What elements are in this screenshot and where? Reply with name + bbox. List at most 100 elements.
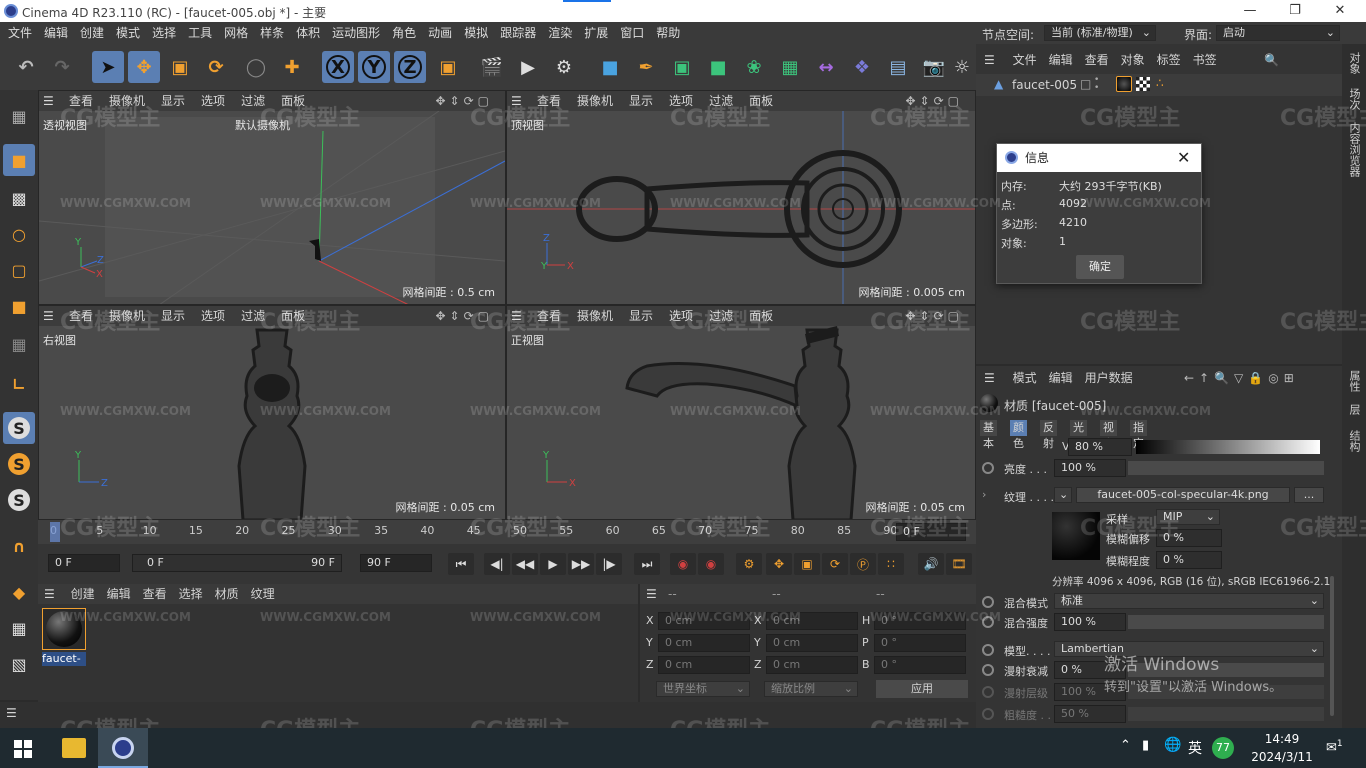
attr-tab[interactable]: 反射	[1040, 420, 1057, 450]
array-icon[interactable]: ▦	[774, 51, 806, 83]
taskbar-c4d-button[interactable]	[98, 728, 148, 768]
menu-item[interactable]: 工具	[182, 22, 218, 44]
menu-item[interactable]: 文件	[2, 22, 38, 44]
menu-item[interactable]: 模式	[110, 22, 146, 44]
viewport-menu-filter[interactable]: 过滤	[233, 94, 273, 108]
sampling-dropdown[interactable]: MIP ⌄	[1156, 509, 1220, 525]
object-row[interactable]: ▲ faucet-005 □ • • ∴	[976, 74, 1342, 96]
floor-icon[interactable]: ▤	[882, 51, 914, 83]
coord-field[interactable]: 0 cm	[658, 634, 750, 652]
viewport-menu-camera[interactable]: 摄像机	[569, 94, 621, 108]
layout-dropdown[interactable]: 启动 ⌄	[1216, 25, 1340, 41]
key-param-icon[interactable]: Ⓟ	[850, 553, 876, 575]
menu-item[interactable]: 体积	[290, 22, 326, 44]
recent-tool-icon[interactable]: ◯	[240, 51, 272, 83]
material-tag-icon[interactable]	[1116, 76, 1132, 92]
side-tab-layers[interactable]: 层	[1346, 404, 1362, 415]
viewport-menu-options[interactable]: 选项	[661, 94, 701, 108]
film-icon[interactable]: 🎞	[946, 553, 972, 575]
object-edit-icon[interactable]: □	[1080, 77, 1091, 91]
coord-field[interactable]: 0 °	[874, 634, 966, 652]
menu-item[interactable]: 角色	[386, 22, 422, 44]
coord-field[interactable]: 0 °	[874, 612, 966, 630]
tray-chevron-icon[interactable]: ⌃	[1120, 738, 1131, 753]
coord-field[interactable]: 0 cm	[766, 634, 858, 652]
coord-field[interactable]: 0 °	[874, 656, 966, 674]
side-tab-takes[interactable]: 场次	[1346, 88, 1362, 110]
side-tab-content-browser[interactable]: 内容浏览器	[1346, 122, 1362, 177]
coord-field[interactable]: 0 cm	[658, 612, 750, 630]
autokey-icon[interactable]: ◉	[698, 553, 724, 575]
viewport-menu-view[interactable]: 查看	[529, 94, 569, 108]
redo-icon[interactable]: ↷	[46, 51, 78, 83]
coord-scale-dropdown[interactable]: 缩放比例 ⌄	[764, 681, 858, 697]
key-scale-icon[interactable]: ▣	[794, 553, 820, 575]
render-picture-viewer-icon[interactable]: ▶	[512, 51, 544, 83]
menu-item[interactable]: 编辑	[38, 22, 74, 44]
coordinate-system-icon[interactable]: ▣	[432, 51, 464, 83]
render-view-icon[interactable]: 🎬	[476, 51, 508, 83]
side-tab-attributes[interactable]: 属性	[1346, 370, 1362, 392]
attr-menu-item[interactable]: 编辑	[1043, 371, 1079, 385]
grid-icon[interactable]: ▧	[3, 648, 35, 680]
camera-icon[interactable]: 📷	[918, 51, 950, 83]
viewport-menu-view[interactable]: 查看	[61, 94, 101, 108]
ok-button[interactable]: 确定	[1076, 255, 1124, 279]
rotate-icon[interactable]: ⟳	[200, 51, 232, 83]
snap-mode-icon[interactable]: S	[3, 484, 35, 516]
y-axis-icon[interactable]: Y	[358, 51, 390, 83]
attr-hamburger-icon[interactable]: ☰	[976, 371, 1003, 385]
move-icon[interactable]: ✥	[128, 51, 160, 83]
scale-icon[interactable]: ▣	[164, 51, 196, 83]
file-explorer-icon[interactable]	[62, 738, 86, 758]
model-mode-icon[interactable]: ■	[3, 144, 35, 176]
viewport-menu-options[interactable]: 选项	[661, 309, 701, 323]
texture-mode-icon[interactable]: ▩	[3, 182, 35, 214]
phong-tag-icon[interactable]: ∴	[1156, 76, 1164, 90]
play-icon[interactable]: ▶	[540, 553, 566, 575]
viewport-nav-icons[interactable]: ✥⇕⟳▢	[427, 306, 501, 326]
x-axis-icon[interactable]: X	[322, 51, 354, 83]
axis-mode-icon[interactable]: ∟	[3, 368, 35, 400]
cube-icon[interactable]: ■	[594, 51, 626, 83]
attr-toolbar-icons[interactable]: ←↑🔍▽🔒◎⊞	[1184, 368, 1299, 388]
undo-icon[interactable]: ↶	[10, 51, 42, 83]
pen-icon[interactable]: ✒	[630, 51, 662, 83]
diffuse-level-animate-icon[interactable]	[982, 686, 994, 698]
timeline-ruler[interactable]: 051015202530354045505560657075808590 0 F	[38, 520, 976, 544]
viewport-menu-view[interactable]: 查看	[529, 309, 569, 323]
keyframe-selection-icon[interactable]: ⚙	[736, 553, 762, 575]
attr-scrollbar[interactable]	[1330, 576, 1334, 716]
node-space-dropdown[interactable]: 当前 (标准/物理) ⌄	[1044, 25, 1156, 41]
menu-item[interactable]: 创建	[74, 22, 110, 44]
object-menu-item[interactable]: 对象	[1115, 53, 1151, 67]
magnet-icon[interactable]: ∩	[3, 530, 35, 562]
menu-item[interactable]: 动画	[422, 22, 458, 44]
brightness-slider[interactable]	[1128, 461, 1324, 475]
key-pla-icon[interactable]: ∷	[878, 553, 904, 575]
key-position-icon[interactable]: ✥	[766, 553, 792, 575]
menu-item[interactable]: 模拟	[458, 22, 494, 44]
object-hamburger-icon[interactable]: ☰	[976, 53, 1003, 67]
menu-item[interactable]: 样条	[254, 22, 290, 44]
texture-file-button[interactable]: faucet-005-col-specular-4k.png	[1076, 487, 1290, 503]
viewport-top[interactable]: ☰ 查看 摄像机 显示 选项 过滤 面板 ✥⇕⟳▢ Z X Y 顶视图 网格间距 : 0.0…	[506, 90, 976, 305]
battery-icon[interactable]: ▮	[1142, 738, 1149, 753]
extrude-icon[interactable]: ■	[702, 51, 734, 83]
attr-menu-item[interactable]: 用户数据	[1079, 371, 1139, 385]
mix-strength-animate-icon[interactable]	[982, 616, 994, 628]
mix-mode-animate-icon[interactable]	[982, 596, 994, 608]
edges-mode-icon[interactable]: ▢	[3, 254, 35, 286]
timeline-current-frame[interactable]: 0 F	[896, 523, 966, 541]
viewport-menu-options[interactable]: 选项	[193, 309, 233, 323]
network-icon[interactable]: 🌐	[1164, 737, 1181, 753]
snap-settings-icon[interactable]: S	[3, 448, 35, 480]
viewport-menu-filter[interactable]: 过滤	[233, 309, 273, 323]
coord-field[interactable]: 0 cm	[658, 656, 750, 674]
close-button[interactable]: ✕	[1330, 3, 1350, 18]
viewport-hamburger-icon[interactable]: ☰	[507, 306, 529, 326]
viewport-menu-panel[interactable]: 面板	[273, 94, 313, 108]
material-menu-item[interactable]: 查看	[137, 587, 173, 601]
object-menu-item[interactable]: 标签	[1151, 53, 1187, 67]
v-field[interactable]: 80 %	[1068, 438, 1132, 456]
